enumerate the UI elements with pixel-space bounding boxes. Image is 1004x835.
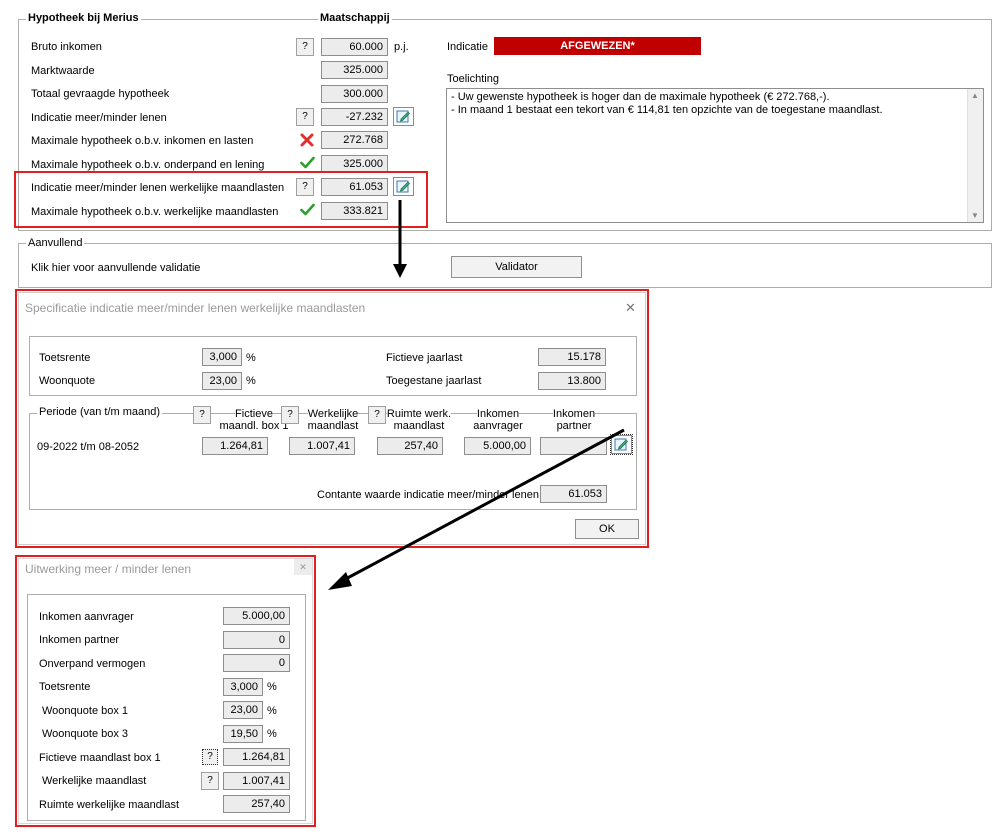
label-toetsrente: Toetsrente bbox=[39, 352, 91, 364]
unit-pj: p.j. bbox=[394, 41, 409, 53]
highlight-box-werkelijke bbox=[14, 171, 428, 228]
value-marktwaarde: 325.000 bbox=[321, 61, 388, 79]
label-woonquote-box3: Woonquote box 3 bbox=[42, 728, 129, 740]
label-indicatie-meer-minder: Indicatie meer/minder lenen bbox=[31, 112, 167, 124]
label-totaal-hypotheek: Totaal gevraagde hypotheek bbox=[31, 88, 170, 100]
help-button-werkelijke-maandlast[interactable]: ? bbox=[201, 772, 219, 790]
value-ruimte-maandlast: 257,40 bbox=[223, 795, 290, 813]
value-woonquote-box1: 23,00 bbox=[223, 701, 263, 719]
status-badge: AFGEWEZEN* bbox=[494, 37, 701, 55]
unit-percent: % bbox=[246, 375, 256, 387]
scroll-up-icon[interactable]: ▲ bbox=[971, 91, 979, 100]
help-button-indicatie[interactable]: ? bbox=[296, 108, 314, 126]
label-werkelijke-maandlast: Werkelijke maandlast bbox=[42, 775, 147, 787]
uitwerking-dialog: Uitwerking meer / minder lenen ✕ Inkomen… bbox=[18, 558, 313, 824]
label-inkomen-partner: Inkomen partner bbox=[39, 634, 120, 646]
value-periode: 09-2022 t/m 08-2052 bbox=[37, 441, 140, 453]
label-max-onderpand: Maximale hypotheek o.b.v. onderpand en l… bbox=[31, 159, 265, 171]
scrollbar[interactable]: ▲ ▼ bbox=[967, 89, 983, 222]
group-title-hypotheek: Hypotheek bij Merius bbox=[26, 12, 141, 24]
label-ruimte-maandlast: Ruimte werkelijke maandlast bbox=[39, 799, 179, 811]
label-woonquote: Woonquote bbox=[39, 375, 96, 387]
value-fictieve-box1: 1.264,81 bbox=[202, 437, 268, 455]
unit-percent: % bbox=[246, 352, 256, 364]
value-fictieve-maandlast: 1.264,81 bbox=[223, 748, 290, 766]
arrow-down-icon bbox=[393, 200, 407, 278]
value-onverpand-vermogen: 0 bbox=[223, 654, 290, 672]
value-toetsrente: 3,000 bbox=[223, 678, 263, 696]
group-title-aanvullend: Aanvullend bbox=[26, 237, 85, 249]
label-indicatie: Indicatie bbox=[447, 41, 488, 53]
help-button-bruto-inkomen[interactable]: ? bbox=[296, 38, 314, 56]
value-fictieve-jaarlast: 15.178 bbox=[538, 348, 606, 366]
label-max-inkomen-lasten: Maximale hypotheek o.b.v. inkomen en las… bbox=[31, 135, 254, 147]
validator-button[interactable]: Validator bbox=[451, 256, 582, 278]
value-woonquote-box3: 19,50 bbox=[223, 725, 263, 743]
label-toetsrente: Toetsrente bbox=[39, 681, 91, 693]
label-marktwaarde: Marktwaarde bbox=[31, 65, 95, 77]
toelichting-textarea[interactable]: - Uw gewenste hypotheek is hoger dan de … bbox=[446, 88, 984, 223]
label-onverpand-vermogen: Onverpand vermogen bbox=[39, 658, 146, 670]
toelichting-line: - Uw gewenste hypotheek is hoger dan de … bbox=[451, 91, 830, 103]
scroll-down-icon[interactable]: ▼ bbox=[971, 211, 979, 220]
label-toegestane-jaarlast: Toegestane jaarlast bbox=[386, 375, 482, 387]
uitwerking-dialog-title: Uitwerking meer / minder lenen bbox=[25, 562, 192, 576]
unit-percent: % bbox=[267, 728, 277, 740]
cross-icon bbox=[300, 133, 314, 150]
help-button-werkelijke[interactable]: ? bbox=[281, 406, 299, 424]
label-woonquote-box1: Woonquote box 1 bbox=[42, 705, 129, 717]
label-toelichting: Toelichting bbox=[447, 73, 499, 85]
unit-percent: % bbox=[267, 705, 277, 717]
label-fictieve-jaarlast: Fictieve jaarlast bbox=[386, 352, 463, 364]
unit-percent: % bbox=[267, 681, 277, 693]
spec-dialog-title: Specificatie indicatie meer/minder lenen… bbox=[25, 301, 366, 315]
toelichting-line: - In maand 1 bestaat een tekort van € 11… bbox=[451, 104, 883, 116]
label-fictieve-maandlast: Fictieve maandlast box 1 bbox=[39, 752, 161, 764]
aanvullend-text: Klik hier voor aanvullende validatie bbox=[31, 262, 201, 274]
help-button-fictieve-box1[interactable]: ? bbox=[193, 406, 211, 424]
value-indicatie-meer-minder: -27.232 bbox=[321, 108, 388, 126]
value-toetsrente: 3,000 bbox=[202, 348, 242, 366]
value-max-inkomen-lasten: 272.768 bbox=[321, 131, 388, 149]
help-button-fictieve-maandlast[interactable]: ? bbox=[202, 749, 218, 765]
value-inkomen-aanvrager: 5.000,00 bbox=[223, 607, 290, 625]
label-bruto-inkomen: Bruto inkomen bbox=[31, 41, 102, 53]
value-bruto-inkomen: 60.000 bbox=[321, 38, 388, 56]
edit-button-indicatie[interactable] bbox=[393, 107, 414, 126]
check-icon bbox=[300, 156, 315, 172]
label-periode: Periode (van t/m maand) bbox=[37, 406, 163, 418]
value-woonquote: 23,00 bbox=[202, 372, 242, 390]
value-inkomen-partner: 0 bbox=[223, 631, 290, 649]
close-icon[interactable]: ✕ bbox=[625, 300, 636, 316]
arrow-diagonal-icon bbox=[328, 428, 625, 590]
close-icon[interactable]: ✕ bbox=[294, 559, 312, 575]
value-werkelijke-maandlast: 1.007,41 bbox=[223, 772, 290, 790]
group-title-maatschappij: Maatschappij bbox=[318, 12, 392, 24]
value-toegestane-jaarlast: 13.800 bbox=[538, 372, 606, 390]
edit-icon bbox=[396, 110, 410, 123]
value-totaal-hypotheek: 300.000 bbox=[321, 85, 388, 103]
label-inkomen-aanvrager: Inkomen aanvrager bbox=[39, 611, 134, 623]
